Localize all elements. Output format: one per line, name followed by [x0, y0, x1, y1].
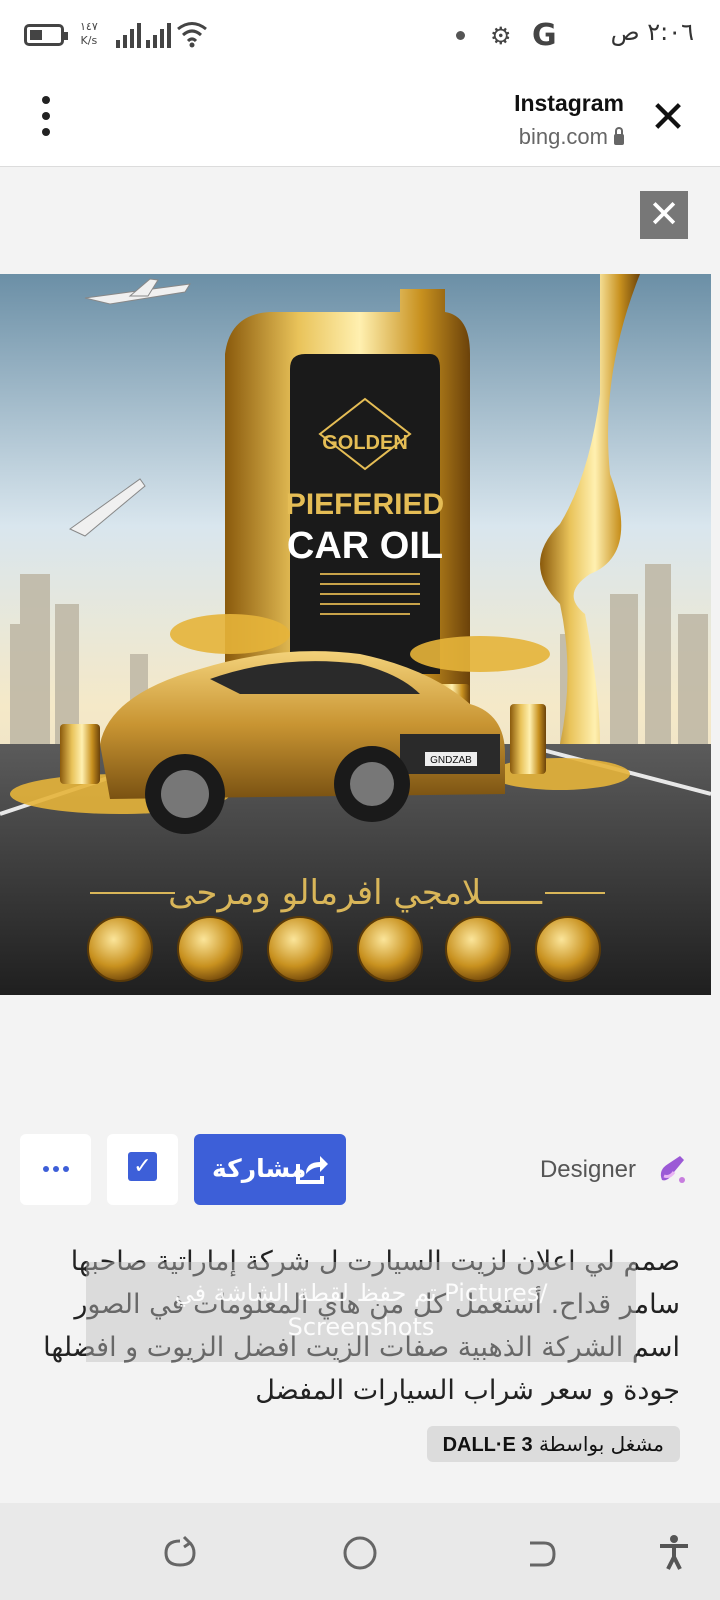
more-button[interactable]: [20, 1134, 91, 1205]
select-button[interactable]: ✓: [107, 1134, 178, 1205]
network-speed-unit: K/s: [80, 34, 98, 47]
checkbox-icon: ✓: [128, 1147, 162, 1181]
lock-icon: [614, 127, 624, 145]
network-speed: ١٤٧ K/s: [80, 20, 98, 48]
browser-top-bar: Instagram bing.com ✕: [0, 72, 720, 167]
url-text: bing.com: [518, 124, 608, 149]
status-time: ٢:٠٦ ص: [610, 18, 694, 46]
poster-plate-text: GNDZAB: [430, 755, 472, 766]
more-options-icon[interactable]: [36, 96, 56, 140]
powered-by-badge: مشغل بواسطة DALL·E 3: [426, 1426, 680, 1462]
system-nav-bar: [0, 1503, 720, 1600]
screenshot-toast: تم حفظ لقطة الشاشة في Pictures/ Screensh…: [86, 1262, 636, 1362]
toast-line-2: Screenshots: [287, 1313, 435, 1341]
wifi-icon: [177, 22, 207, 48]
notification-dot-icon: [456, 31, 465, 40]
poster-headline-line1: PIEFERIED: [286, 488, 444, 521]
battery-icon: [24, 24, 68, 46]
poster-arabic-banner: ــــــلامجي افرمالو ومرحى: [168, 873, 543, 913]
poster-headline-line2: CAR OIL: [287, 525, 443, 567]
badge-prefix: مشغل بواسطة: [538, 1432, 664, 1456]
page-title: Instagram: [514, 90, 624, 116]
poster-brand-text: GOLDEN: [322, 432, 408, 454]
back-icon[interactable]: [520, 1533, 560, 1573]
signal-icon: [116, 23, 171, 48]
home-icon[interactable]: [340, 1533, 380, 1573]
status-bar: ١٤٧ K/s ⚙ G ٢:٠٦ ص: [0, 0, 720, 72]
designer-icon: [660, 1156, 685, 1183]
share-icon: [296, 1156, 328, 1184]
accessibility-icon[interactable]: [654, 1533, 694, 1573]
generated-image[interactable]: GOLDEN PIEFERIED CAR OIL GNDZAB ــــــلا…: [0, 274, 711, 995]
network-speed-value: ١٤٧: [80, 20, 98, 33]
close-image-button[interactable]: ✕: [640, 191, 688, 239]
toast-line-1: تم حفظ لقطة الشاشة في Pictures/: [174, 1279, 548, 1307]
close-icon[interactable]: ✕: [644, 96, 692, 144]
designer-label: Designer: [539, 1156, 636, 1183]
settings-icon: ⚙: [490, 22, 512, 50]
image-actions: ✓ مشاركة Designer: [0, 1134, 720, 1206]
recent-apps-icon[interactable]: [160, 1533, 200, 1573]
share-label: مشاركة: [212, 1154, 307, 1183]
badge-engine: DALL·E 3: [442, 1434, 533, 1456]
share-button[interactable]: مشاركة: [194, 1134, 346, 1205]
google-icon: G: [532, 18, 557, 53]
page-url: bing.com: [519, 124, 624, 150]
